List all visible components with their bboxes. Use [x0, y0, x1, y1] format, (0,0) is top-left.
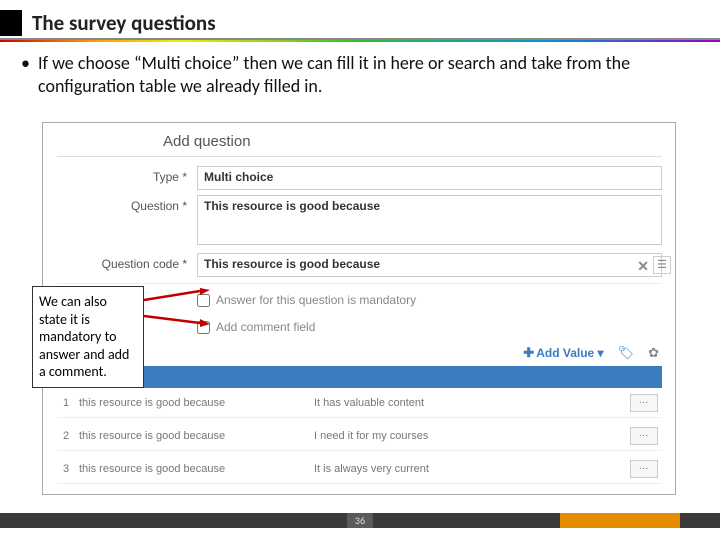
divider — [57, 156, 662, 157]
input-question[interactable]: This resource is good because — [197, 195, 662, 245]
row-v: I need it for my courses — [314, 430, 630, 442]
page-number: 36 — [347, 513, 373, 528]
callout-box: We can also state it is mandatory to ans… — [32, 286, 144, 388]
tag-icon[interactable]: 🏷 — [618, 345, 635, 361]
row-num: 2 — [57, 430, 79, 442]
title-bar: The survey questions — [0, 10, 216, 36]
label-code: Question code * — [57, 253, 197, 277]
label-type: Type * — [57, 166, 197, 190]
input-type[interactable]: Multi choice — [197, 166, 662, 190]
add-value-button[interactable]: ✚Add Value ▾ — [523, 345, 603, 361]
clear-icon[interactable]: ✕ — [637, 258, 649, 275]
table-row: 3 this resource is good because It is al… — [57, 454, 662, 484]
row-action-button[interactable]: … — [630, 460, 658, 478]
arrow-annotation — [144, 288, 210, 307]
bullet-dot: • — [21, 52, 30, 75]
callout-text: We can also state it is mandatory to ans… — [39, 293, 129, 380]
row-q: this resource is good because — [79, 397, 314, 409]
table-header: Value — [57, 366, 662, 388]
title-marker — [0, 10, 22, 36]
field-question: Question * This resource is good because — [57, 195, 662, 245]
row-action-button[interactable]: … — [630, 427, 658, 445]
gear-icon[interactable]: ✿ — [648, 345, 659, 361]
plus-icon: ✚ — [523, 345, 534, 360]
row-v: It is always very current — [314, 463, 630, 475]
label-question: Question * — [57, 195, 197, 245]
mandatory-label: Answer for this question is mandatory — [216, 293, 416, 307]
code-value: This resource is good because — [204, 257, 380, 271]
bullet-text: If we choose “Multi choice” then we can … — [38, 52, 694, 97]
table-row: 1 this resource is good because It has v… — [57, 388, 662, 418]
field-code: Question code * This resource is good be… — [57, 253, 662, 277]
divider — [57, 283, 662, 284]
comment-row[interactable]: Add comment field — [197, 320, 315, 334]
row-v: It has valuable content — [314, 397, 630, 409]
input-code[interactable]: This resource is good because ✕ — [197, 253, 662, 277]
comment-label: Add comment field — [216, 320, 315, 334]
footer-accent — [560, 513, 680, 528]
table-row: 2 this resource is good because I need i… — [57, 421, 662, 451]
row-num: 1 — [57, 397, 79, 409]
field-type: Type * Multi choice — [57, 166, 662, 190]
row-num: 3 — [57, 463, 79, 475]
panel-heading: Add question — [163, 133, 251, 150]
mandatory-row[interactable]: Answer for this question is mandatory — [197, 293, 416, 307]
page-title: The survey questions — [32, 10, 216, 36]
arrow-annotation — [144, 312, 210, 333]
list-icon[interactable]: ☰ — [653, 256, 671, 274]
rainbow-divider — [0, 40, 720, 42]
bullet-item: • If we choose “Multi choice” then we ca… — [24, 52, 694, 97]
row-action-button[interactable]: … — [630, 394, 658, 412]
row-q: this resource is good because — [79, 430, 314, 442]
add-value-label: Add Value — [536, 346, 594, 360]
action-row: ✚Add Value ▾ 🏷 ✿ — [523, 345, 659, 361]
row-q: this resource is good because — [79, 463, 314, 475]
caret-icon: ▾ — [594, 346, 603, 360]
